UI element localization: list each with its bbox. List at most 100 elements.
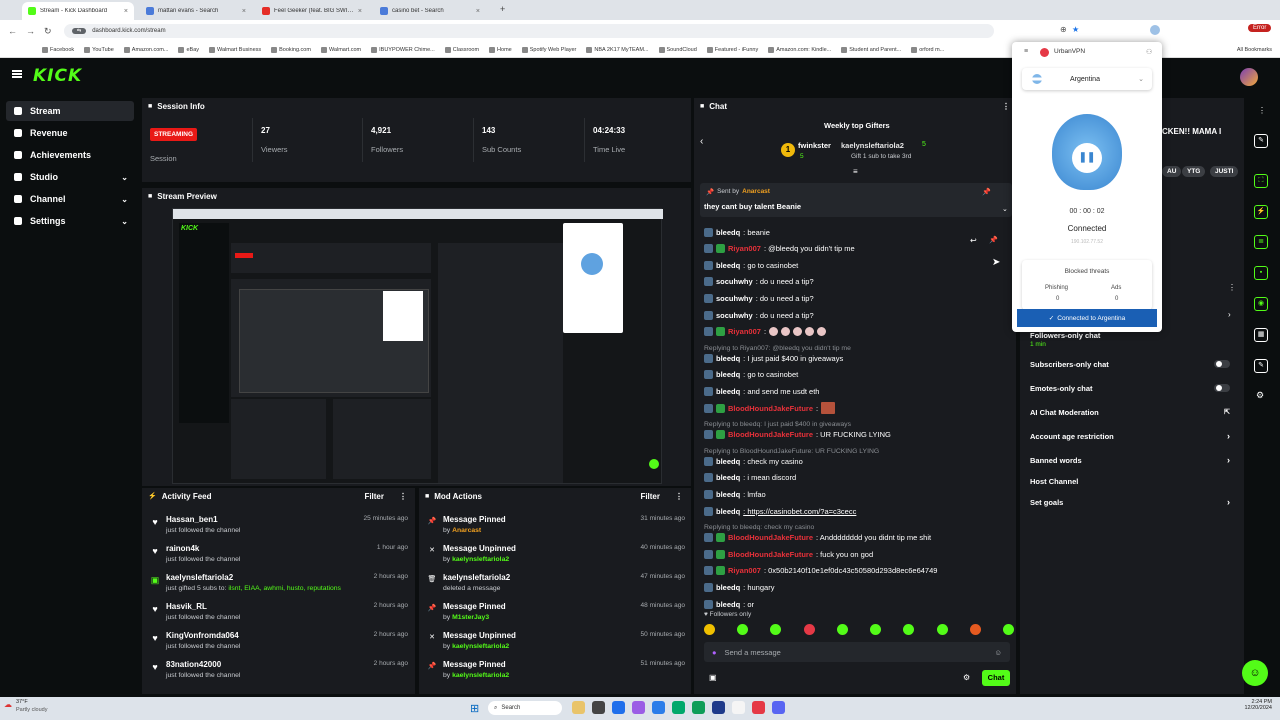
bookmark-item[interactable]: Spotify Web Player <box>521 46 576 53</box>
expand-gifters-icon[interactable]: ≡ <box>853 167 858 176</box>
sidebar-item-channel[interactable]: Channel ⌄ <box>6 189 134 209</box>
emote-icon[interactable] <box>737 624 749 635</box>
menu-icon[interactable] <box>12 70 22 78</box>
emote-icon[interactable] <box>803 624 815 635</box>
chat-username[interactable]: Riyan007 <box>728 244 761 253</box>
mod-action-user[interactable]: kaelynsleftariola2 <box>452 672 509 679</box>
chat-message[interactable]: socuhwhy: do u need a tip? <box>704 275 814 289</box>
chat-message[interactable]: BloodHoundJakeFuture: UR FUCKING LYING <box>704 428 891 442</box>
chat-username[interactable]: Riyan007 <box>728 566 761 575</box>
chat-message[interactable]: bleedq: I just paid $400 in giveaways <box>704 351 843 365</box>
activity-username[interactable]: rainon4k <box>166 544 371 553</box>
more-icon[interactable]: ⋮ <box>675 492 683 501</box>
emote-icon[interactable] <box>936 624 948 635</box>
pinned-expand-icon[interactable]: ⌄ <box>1002 205 1008 213</box>
vpn-menu-icon[interactable]: ≡ <box>1024 48 1028 55</box>
chat-username[interactable]: bleedq <box>716 600 740 609</box>
activity-username[interactable]: Hassan_ben1 <box>166 515 358 524</box>
activity-username[interactable]: KingVonfromda064 <box>166 631 368 640</box>
grid-icon[interactable]: ▦ <box>1254 328 1268 342</box>
list-icon[interactable]: ≣ <box>1254 235 1268 249</box>
bookmark-item[interactable]: Facebook <box>42 46 74 53</box>
bookmark-item[interactable]: Amazon.com: Kindle... <box>768 46 831 53</box>
chat-username[interactable]: BloodHoundJakeFuture <box>728 430 813 439</box>
emote-icon[interactable] <box>903 624 915 635</box>
close-icon[interactable]: × <box>242 8 246 15</box>
zoom-icon[interactable]: ⊕ <box>1060 25 1067 34</box>
mod-action-user[interactable]: kaelynsleftariola2 <box>452 643 509 650</box>
emote-icon[interactable] <box>1002 624 1014 635</box>
setting-host-channel[interactable]: Host Channel <box>1030 474 1240 488</box>
taskbar-search[interactable]: ⌕ Search <box>488 701 562 715</box>
vpn-extension-icon[interactable] <box>1150 25 1160 35</box>
bookmark-item[interactable]: SoundCloud <box>658 46 697 53</box>
activity-username[interactable]: kaelynsleftariola2 <box>166 573 368 582</box>
chat-message[interactable]: bleedq: or <box>704 597 754 611</box>
bolt-icon[interactable]: ⚡ <box>1254 205 1268 219</box>
new-tab-button[interactable]: + <box>500 4 505 14</box>
chat-message[interactable]: socuhwhy: do u need a tip? <box>704 308 814 322</box>
emote-icon[interactable] <box>704 624 715 635</box>
bookmark-item[interactable]: Student and Parent... <box>841 46 901 53</box>
vscode-icon[interactable] <box>712 701 725 714</box>
support-chat-button[interactable]: ☺ <box>1242 660 1268 686</box>
bookmark-item[interactable]: orford m... <box>911 46 944 53</box>
emoji-icon[interactable]: ☺ <box>994 648 1002 657</box>
bookmark-star-icon[interactable]: ★ <box>1072 25 1079 34</box>
chat-username[interactable]: bleedq <box>716 228 740 237</box>
sidebar-item-stream[interactable]: Stream <box>6 101 134 121</box>
browser-tab[interactable]: casino bet - Search × <box>374 2 486 20</box>
copilot-icon[interactable] <box>612 701 625 714</box>
discord-icon[interactable] <box>772 701 785 714</box>
back-icon[interactable]: ← <box>8 26 17 36</box>
chat-username[interactable]: BloodHoundJakeFuture <box>728 404 813 413</box>
edit-icon[interactable]: ✎ <box>1254 134 1268 148</box>
chat-username[interactable]: bleedq <box>716 387 740 396</box>
bookmark-item[interactable]: YouTube <box>84 46 114 53</box>
chat-username[interactable]: bleedq <box>716 473 740 482</box>
activity-filter-button[interactable]: Filter <box>364 492 384 501</box>
chat-username[interactable]: bleedq <box>716 507 740 516</box>
site-info-icon[interactable]: ⇆ <box>72 28 87 34</box>
chat-username[interactable]: BloodHoundJakeFuture <box>728 533 813 542</box>
broadcast-icon[interactable]: ◉ <box>1254 297 1268 311</box>
pin-message-icon[interactable]: 📌 <box>989 236 998 244</box>
profile-error-button[interactable]: Error <box>1248 24 1272 32</box>
setting-ai-chat-moderation[interactable]: AI Chat Moderation ⇱ <box>1030 405 1240 419</box>
close-icon[interactable]: × <box>358 8 362 15</box>
bookmark-item[interactable]: Walmart.com <box>320 46 361 53</box>
store-icon[interactable] <box>672 701 685 714</box>
chat-message[interactable]: BloodHoundJakeFuture: <box>704 401 836 415</box>
chat-username[interactable]: bleedq <box>716 490 740 499</box>
chevron-right-icon[interactable]: › <box>1228 310 1231 319</box>
bookmark-item[interactable]: Booking.com <box>271 46 311 53</box>
chat-message[interactable]: bleedq: check my casino <box>704 454 803 468</box>
chat-message[interactable]: Riyan007: @bleedq you didn't tip me <box>704 242 855 256</box>
bookmark-item[interactable]: Classroom <box>444 46 479 53</box>
chat-message[interactable]: socuhwhy: do u need a tip? <box>704 291 814 305</box>
reload-icon[interactable]: ↻ <box>44 26 52 37</box>
chat-input[interactable]: ● Send a message ☺ <box>704 642 1010 662</box>
mod-action-user[interactable]: kaelynsleftariola2 <box>452 556 509 563</box>
chat-message[interactable]: bleedq: go to casinobet <box>704 368 798 382</box>
toggle-switch[interactable] <box>1214 384 1230 392</box>
stream-preview-video[interactable]: KICK <box>172 208 663 484</box>
more-icon[interactable]: ⋮ <box>1228 283 1236 292</box>
bookmark-item[interactable]: Amazon.com... <box>123 46 168 53</box>
chat-message[interactable]: bleedq: beanie <box>704 225 770 239</box>
browser-tab[interactable]: mattan evans - Search × <box>140 2 252 20</box>
url-input[interactable]: ⇆ dashboard.kick.com/stream <box>64 24 994 38</box>
chrome-icon[interactable] <box>732 701 745 714</box>
gift-icon[interactable]: ▣ <box>709 673 717 682</box>
emote-icon[interactable] <box>770 624 782 635</box>
bookmark-item[interactable]: eBay <box>178 46 199 53</box>
mod-action-user[interactable]: Anarcast <box>452 527 481 534</box>
chat-settings-icon[interactable]: ⚙ <box>963 673 970 682</box>
chat-message[interactable]: bleedq: https://casinobet.com/?a=c3cecc <box>704 504 856 518</box>
app-icon[interactable] <box>752 701 765 714</box>
bookmark-item[interactable]: Featured - iFunny <box>706 46 758 53</box>
stream-tag[interactable]: AU <box>1162 166 1182 177</box>
sidebar-item-revenue[interactable]: Revenue <box>6 123 134 143</box>
chat-bubble-icon[interactable]: ▪ <box>1254 266 1268 280</box>
vpn-country-select[interactable]: Argentina ⌄ <box>1022 68 1152 90</box>
